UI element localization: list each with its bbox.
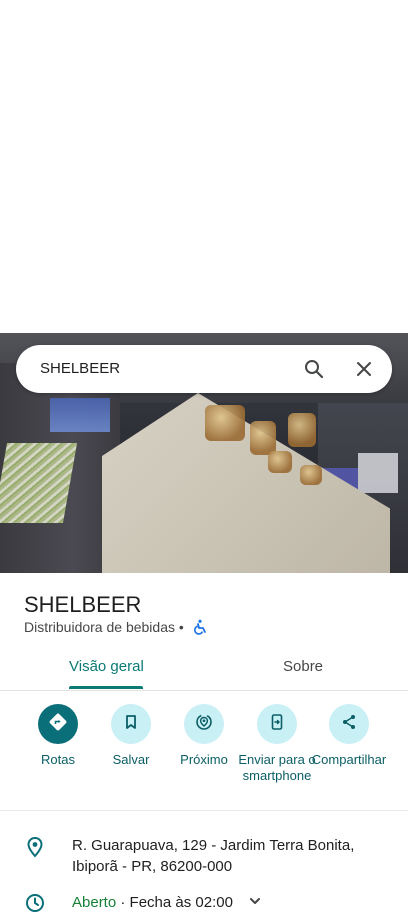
save-label: Salvar: [112, 752, 150, 767]
action-buttons: Rotas Salvar Próximo Enviar para o smart…: [0, 704, 408, 811]
nearby-button[interactable]: Próximo: [164, 704, 244, 768]
nearby-label: Próximo: [180, 752, 228, 767]
send-to-phone-label: Enviar para o smartphone: [238, 752, 316, 783]
place-title: SHELBEER: [24, 592, 142, 617]
hours-text: Aberto · Fecha às 02:00: [72, 894, 233, 911]
send-to-phone-button[interactable]: Enviar para o smartphone: [237, 704, 317, 784]
share-button[interactable]: Compartilhar: [310, 704, 388, 768]
location-pin-icon: [24, 836, 46, 858]
map-blank-area: [0, 0, 408, 333]
close-icon[interactable]: [352, 357, 376, 381]
tab-bar: Visão geral Sobre: [0, 650, 408, 691]
nearby-icon: [194, 712, 214, 737]
send-to-phone-icon: [267, 712, 287, 737]
tab-about[interactable]: Sobre: [283, 658, 323, 675]
search-bar[interactable]: SHELBEER: [16, 345, 392, 393]
clock-icon: [24, 892, 46, 914]
directions-button[interactable]: Rotas: [18, 704, 98, 768]
accessibility-icon: [192, 619, 208, 635]
search-icon[interactable]: [302, 357, 326, 381]
search-input[interactable]: SHELBEER: [40, 360, 120, 377]
chevron-down-icon[interactable]: [246, 892, 264, 910]
directions-icon: [48, 712, 68, 737]
tab-active-indicator: [69, 686, 143, 689]
place-category: Distribuidora de bebidas •: [24, 619, 184, 635]
hours-status: Aberto: [72, 894, 117, 911]
address-text: R. Guarapuava, 129 - Jardim Terra Bonita…: [72, 837, 355, 875]
share-icon: [339, 712, 359, 737]
directions-label: Rotas: [41, 752, 75, 767]
save-button[interactable]: Salvar: [91, 704, 171, 768]
bookmark-icon: [121, 712, 141, 737]
share-label: Compartilhar: [311, 752, 387, 767]
tab-overview[interactable]: Visão geral: [69, 658, 144, 675]
address-row[interactable]: R. Guarapuava, 129 - Jardim Terra Bonita…: [0, 826, 408, 876]
hours-close-time: · Fecha às 02:00: [116, 894, 233, 911]
hours-row[interactable]: Aberto · Fecha às 02:00: [0, 888, 408, 918]
